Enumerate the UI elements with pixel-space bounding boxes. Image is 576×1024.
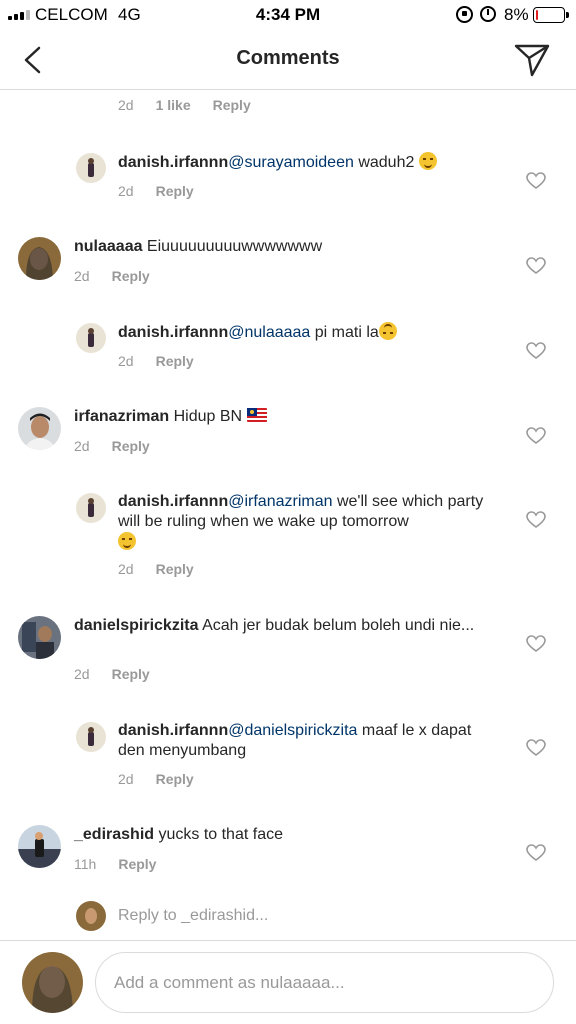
comment-time: 2d (118, 353, 134, 369)
comment-meta: 2d Reply (118, 771, 194, 787)
comment-username[interactable]: danish.irfannn (118, 324, 228, 341)
comment-body: Acah jer budak belum boleh undi nie... (198, 617, 475, 634)
comment-meta: 11h Reply (74, 856, 156, 872)
comment-text: danish.irfannn@danielspirickzita maaf le… (118, 721, 498, 761)
header: Comments (0, 30, 576, 90)
reply-button[interactable]: Reply (156, 561, 194, 577)
reply-button[interactable]: Reply (213, 97, 251, 113)
comment-time: 2d (74, 666, 90, 682)
comment-meta: 2d Reply (118, 561, 194, 577)
comment-composer (0, 940, 576, 1024)
battery-percent: 8% (504, 5, 529, 24)
comment-body: pi mati la (310, 324, 379, 341)
battery-icon (533, 7, 569, 23)
comment-meta: 2d Reply (118, 183, 194, 199)
avatar (76, 901, 106, 931)
like-count[interactable]: 1 like (156, 97, 191, 113)
status-bar: CELCOM 4G 4:34 PM 8% (0, 0, 576, 30)
avatar[interactable] (76, 153, 106, 183)
comment-input[interactable] (95, 952, 554, 1013)
battery-level (536, 10, 539, 20)
shushing-face-icon (418, 152, 437, 170)
comment-username[interactable]: _edirashid (74, 826, 154, 843)
comment-time: 2d (74, 438, 90, 454)
comment-item: irfanazriman Hidup BN 2d Reply (0, 404, 576, 464)
reply-to-label[interactable]: Reply to _edirashid... (118, 907, 268, 925)
comment-username[interactable]: danielspirickzita (74, 617, 199, 634)
comment-body: yucks to that face (154, 826, 283, 843)
comment-username[interactable]: danish.irfannn (118, 154, 228, 171)
comment-item: danielspirickzita Acah jer budak belum b… (0, 613, 576, 693)
comment-item: _edirashid yucks to that face 11h Reply (0, 822, 576, 882)
comment-reply: danish.irfannn@surayamoideen waduh2 2d R… (0, 149, 576, 209)
comment-mention[interactable]: @danielspirickzita (228, 722, 357, 739)
rotation-lock-icon (456, 6, 473, 23)
malaysia-flag-icon (246, 408, 267, 422)
reply-button[interactable]: Reply (112, 666, 150, 682)
heart-outline-icon[interactable] (526, 511, 546, 529)
comment-time: 2d (74, 268, 90, 284)
comment-time: 2d (118, 561, 134, 577)
reply-button[interactable]: Reply (112, 268, 150, 284)
comment-body: Hidup BN (169, 408, 247, 425)
avatar (22, 952, 83, 1013)
comment-meta: 2d Reply (118, 353, 194, 369)
comment-username[interactable]: irfanazriman (74, 408, 169, 425)
comment-text: danish.irfannn@surayamoideen waduh2 (118, 152, 498, 173)
avatar[interactable] (18, 825, 61, 868)
reply-button[interactable]: Reply (156, 771, 194, 787)
upside-down-face-icon (378, 322, 397, 340)
comment-body: waduh2 (353, 154, 415, 171)
heart-outline-icon[interactable] (526, 844, 546, 862)
comment-time: 2d (118, 97, 134, 113)
heart-outline-icon[interactable] (526, 172, 546, 190)
comment-time: 11h (74, 856, 97, 872)
comment-time: 2d (118, 771, 134, 787)
comment-time: 2d (118, 183, 134, 199)
comment-username[interactable]: danish.irfannn (118, 722, 228, 739)
comment-text: danielspirickzita Acah jer budak belum b… (74, 616, 494, 636)
comment-list[interactable]: 2d 1 like Reply danish.irfannn@surayamoi… (0, 91, 576, 941)
avatar[interactable] (18, 616, 61, 659)
comment-text: _edirashid yucks to that face (74, 825, 494, 845)
heart-outline-icon[interactable] (526, 427, 546, 445)
comment-username[interactable]: danish.irfannn (118, 493, 228, 510)
reply-button[interactable]: Reply (118, 856, 156, 872)
comment-mention[interactable]: @surayamoideen (228, 154, 354, 171)
reply-button[interactable]: Reply (156, 183, 194, 199)
avatar[interactable] (76, 323, 106, 353)
reply-to-row[interactable]: Reply to _edirashid... (0, 897, 576, 937)
comment-text: nulaaaaa Eiuuuuuuuuuwwwwwww (74, 237, 494, 257)
heart-outline-icon[interactable] (526, 257, 546, 275)
comment-meta: 2d Reply (74, 666, 150, 682)
comment-mention[interactable]: @irfanazriman (228, 493, 332, 510)
page-title: Comments (236, 47, 340, 69)
avatar[interactable] (76, 722, 106, 752)
avatar[interactable] (76, 493, 106, 523)
heart-outline-icon[interactable] (526, 739, 546, 757)
reply-button[interactable]: Reply (156, 353, 194, 369)
comment-meta: 2d Reply (74, 268, 150, 284)
comment-meta: 2d Reply (74, 438, 150, 454)
heart-outline-icon[interactable] (526, 342, 546, 360)
comment-reply: danish.irfannn@danielspirickzita maaf le… (0, 718, 576, 798)
comment-item: nulaaaaa Eiuuuuuuuuuwwwwwww 2d Reply (0, 234, 576, 294)
comment-text: danish.irfannn@nulaaaaa pi mati la (118, 322, 498, 343)
reply-button[interactable]: Reply (112, 438, 150, 454)
comment-meta: 2d 1 like Reply (118, 97, 251, 113)
paper-plane-icon[interactable] (510, 41, 554, 79)
comment-reply-partial: 2d 1 like Reply (0, 91, 576, 121)
alarm-icon (480, 6, 496, 22)
comment-text: danish.irfannn@irfanazriman we'll see wh… (118, 492, 498, 553)
avatar[interactable] (18, 237, 61, 280)
comment-mention[interactable]: @nulaaaaa (228, 324, 310, 341)
comment-text: irfanazriman Hidup BN (74, 407, 494, 427)
heart-outline-icon[interactable] (526, 635, 546, 653)
avatar[interactable] (18, 407, 61, 450)
comment-body: Eiuuuuuuuuuwwwwwww (142, 238, 323, 255)
comment-reply: danish.irfannn@nulaaaaa pi mati la 2d Re… (0, 319, 576, 379)
comment-username[interactable]: nulaaaaa (74, 238, 142, 255)
comment-reply: danish.irfannn@irfanazriman we'll see wh… (0, 489, 576, 589)
relieved-face-icon (118, 532, 136, 550)
